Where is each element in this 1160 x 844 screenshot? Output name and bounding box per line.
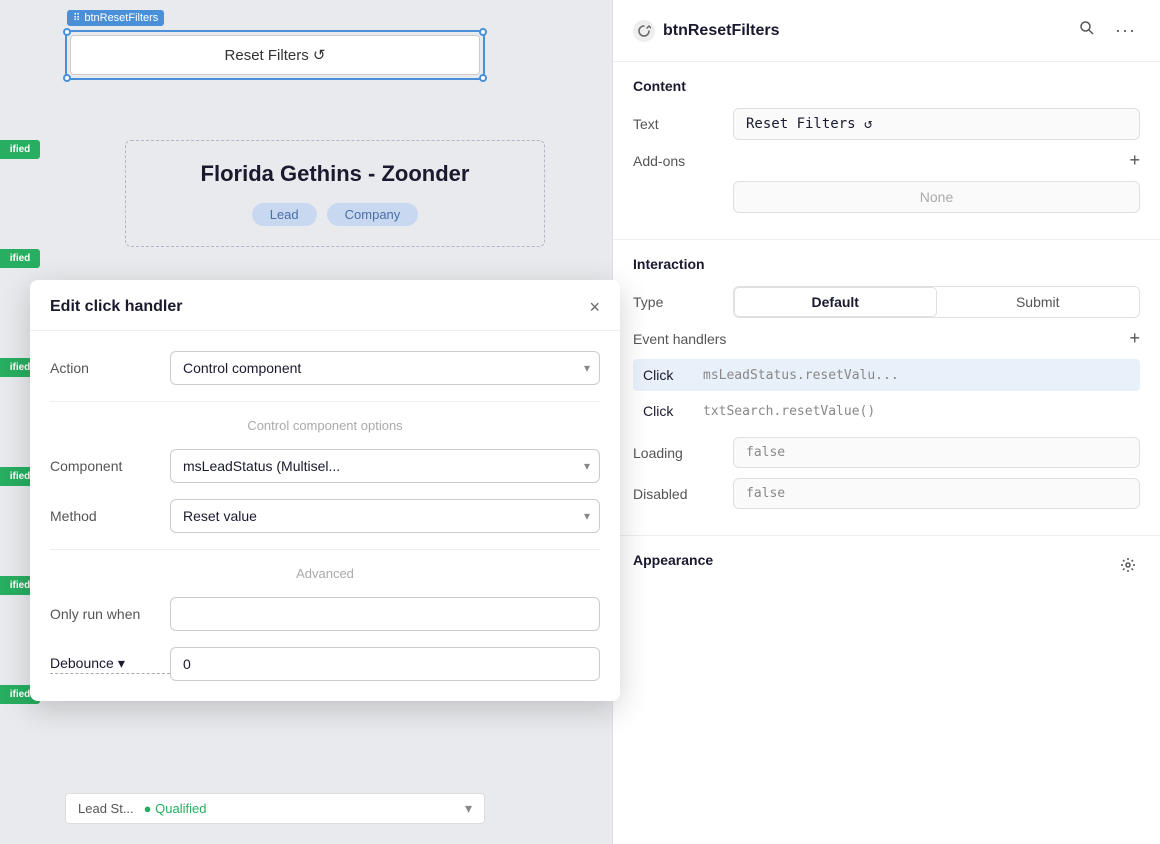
search-button[interactable] xyxy=(1075,16,1099,45)
only-run-control xyxy=(170,597,600,631)
component-label: Component xyxy=(50,458,170,474)
disabled-prop-label: Disabled xyxy=(633,486,733,502)
event-action-1: msLeadStatus.resetValu... xyxy=(703,368,1130,383)
canvas-reset-button[interactable]: Reset Filters ↺ xyxy=(70,35,480,75)
action-control: Control component ▾ xyxy=(170,351,600,385)
right-panel-header: btnResetFilters ··· xyxy=(613,0,1160,62)
addons-prop-row: Add-ons + xyxy=(633,150,1140,171)
modal-body: Action Control component ▾ Control compo… xyxy=(30,331,620,681)
interaction-section-title: Interaction xyxy=(633,256,1140,272)
search-icon xyxy=(1079,20,1095,36)
divider-1 xyxy=(50,401,600,402)
handle-tr xyxy=(479,28,487,36)
type-prop-label: Type xyxy=(633,294,733,310)
loading-prop-value[interactable]: false xyxy=(733,437,1140,468)
settings-icon xyxy=(1120,557,1136,573)
status-label-2: ified xyxy=(0,249,40,268)
modal-header: Edit click handler × xyxy=(30,280,620,331)
divider-2 xyxy=(50,549,600,550)
event-type-1: Click xyxy=(643,367,703,383)
handle-tl xyxy=(63,28,71,36)
status-label-1: ified xyxy=(0,140,40,159)
right-panel: btnResetFilters ··· Content Text Reset F… xyxy=(612,0,1160,844)
type-submit-button[interactable]: Submit xyxy=(937,287,1140,317)
more-options-button[interactable]: ··· xyxy=(1111,16,1140,45)
type-toggle: Default Submit xyxy=(733,286,1140,318)
component-control: msLeadStatus (Multisel... ▾ xyxy=(170,449,600,483)
content-section: Content Text Reset Filters ↺ Add-ons + N… xyxy=(613,62,1160,240)
lead-status-label: Lead St... xyxy=(78,801,134,816)
badge-lead[interactable]: Lead xyxy=(252,203,317,226)
text-prop-row: Text Reset Filters ↺ xyxy=(633,108,1140,140)
right-header-actions: ··· xyxy=(1075,16,1140,45)
only-run-row: Only run when xyxy=(50,597,600,631)
dropdown-arrow-icon[interactable]: ▾ xyxy=(465,800,472,817)
badge-row: Lead Company xyxy=(146,203,524,226)
component-row: Component msLeadStatus (Multisel... ▾ xyxy=(50,449,600,483)
debounce-label-button[interactable]: Debounce ▾ xyxy=(50,655,170,674)
content-section-title: Content xyxy=(633,78,1140,94)
event-handlers-header: Event handlers + xyxy=(633,328,1140,349)
event-handlers-label: Event handlers xyxy=(633,331,726,347)
addons-none-value: None xyxy=(733,181,1140,213)
badge-company[interactable]: Company xyxy=(327,203,419,226)
method-row: Method Reset value ▾ xyxy=(50,499,600,533)
event-type-2: Click xyxy=(643,403,703,419)
debounce-control xyxy=(170,647,600,681)
event-action-2: txtSearch.resetValue() xyxy=(703,404,1130,419)
debounce-chevron-icon: ▾ xyxy=(118,655,125,672)
disabled-prop-row: Disabled false xyxy=(633,478,1140,509)
addons-add-button[interactable]: + xyxy=(1129,150,1140,171)
component-select[interactable]: msLeadStatus (Multisel... xyxy=(170,449,600,483)
ellipsis-icon: ··· xyxy=(1115,20,1136,40)
component-label-tag: ⠿ btnResetFilters xyxy=(67,10,164,26)
action-row: Action Control component ▾ xyxy=(50,351,600,385)
type-prop-row: Type Default Submit xyxy=(633,286,1140,318)
canvas-card: Florida Gethins - Zoonder Lead Company xyxy=(125,140,545,247)
method-select[interactable]: Reset value xyxy=(170,499,600,533)
only-run-label: Only run when xyxy=(50,606,170,622)
modal-close-button[interactable]: × xyxy=(589,298,600,316)
event-row-2[interactable]: Click txtSearch.resetValue() xyxy=(633,395,1140,427)
advanced-section-label: Advanced xyxy=(50,566,600,581)
text-prop-label: Text xyxy=(633,116,733,132)
addons-none-row: None xyxy=(633,181,1140,213)
component-icon xyxy=(633,20,655,42)
appearance-section-title: Appearance xyxy=(633,552,713,568)
method-label: Method xyxy=(50,508,170,524)
debounce-input[interactable] xyxy=(170,647,600,681)
qualified-status: ● Qualified xyxy=(144,801,207,816)
bottom-status-bar: Lead St... ● Qualified ▾ xyxy=(65,793,485,824)
type-default-button[interactable]: Default xyxy=(734,287,937,317)
appearance-settings-button[interactable] xyxy=(1116,553,1140,582)
addons-prop-label: Add-ons xyxy=(633,153,733,169)
handle-br xyxy=(479,74,487,82)
control-component-section-label: Control component options xyxy=(50,418,600,433)
appearance-section: Appearance xyxy=(613,536,1160,598)
disabled-prop-value[interactable]: false xyxy=(733,478,1140,509)
modal-title: Edit click handler xyxy=(50,298,182,316)
only-run-input[interactable] xyxy=(170,597,600,631)
loading-prop-label: Loading xyxy=(633,445,733,461)
action-select[interactable]: Control component xyxy=(170,351,600,385)
event-handlers-add-button[interactable]: + xyxy=(1129,328,1140,349)
action-label: Action xyxy=(50,360,170,376)
refresh-icon xyxy=(637,24,651,38)
debounce-row: Debounce ▾ xyxy=(50,647,600,681)
edit-click-handler-modal: Edit click handler × Action Control comp… xyxy=(30,280,620,701)
canvas-button-wrapper: ⠿ btnResetFilters Reset Filters ↺ xyxy=(65,30,485,80)
event-row-1[interactable]: Click msLeadStatus.resetValu... xyxy=(633,359,1140,391)
appearance-header: Appearance xyxy=(633,552,1140,582)
right-panel-title: btnResetFilters xyxy=(663,22,779,40)
selection-border: ⠿ btnResetFilters Reset Filters ↺ xyxy=(65,30,485,80)
card-name: Florida Gethins - Zoonder xyxy=(146,161,524,187)
loading-prop-row: Loading false xyxy=(633,437,1140,468)
interaction-section: Interaction Type Default Submit Event ha… xyxy=(613,240,1160,536)
right-header-left: btnResetFilters xyxy=(633,20,779,42)
text-prop-value[interactable]: Reset Filters ↺ xyxy=(733,108,1140,140)
method-control: Reset value ▾ xyxy=(170,499,600,533)
handle-bl xyxy=(63,74,71,82)
